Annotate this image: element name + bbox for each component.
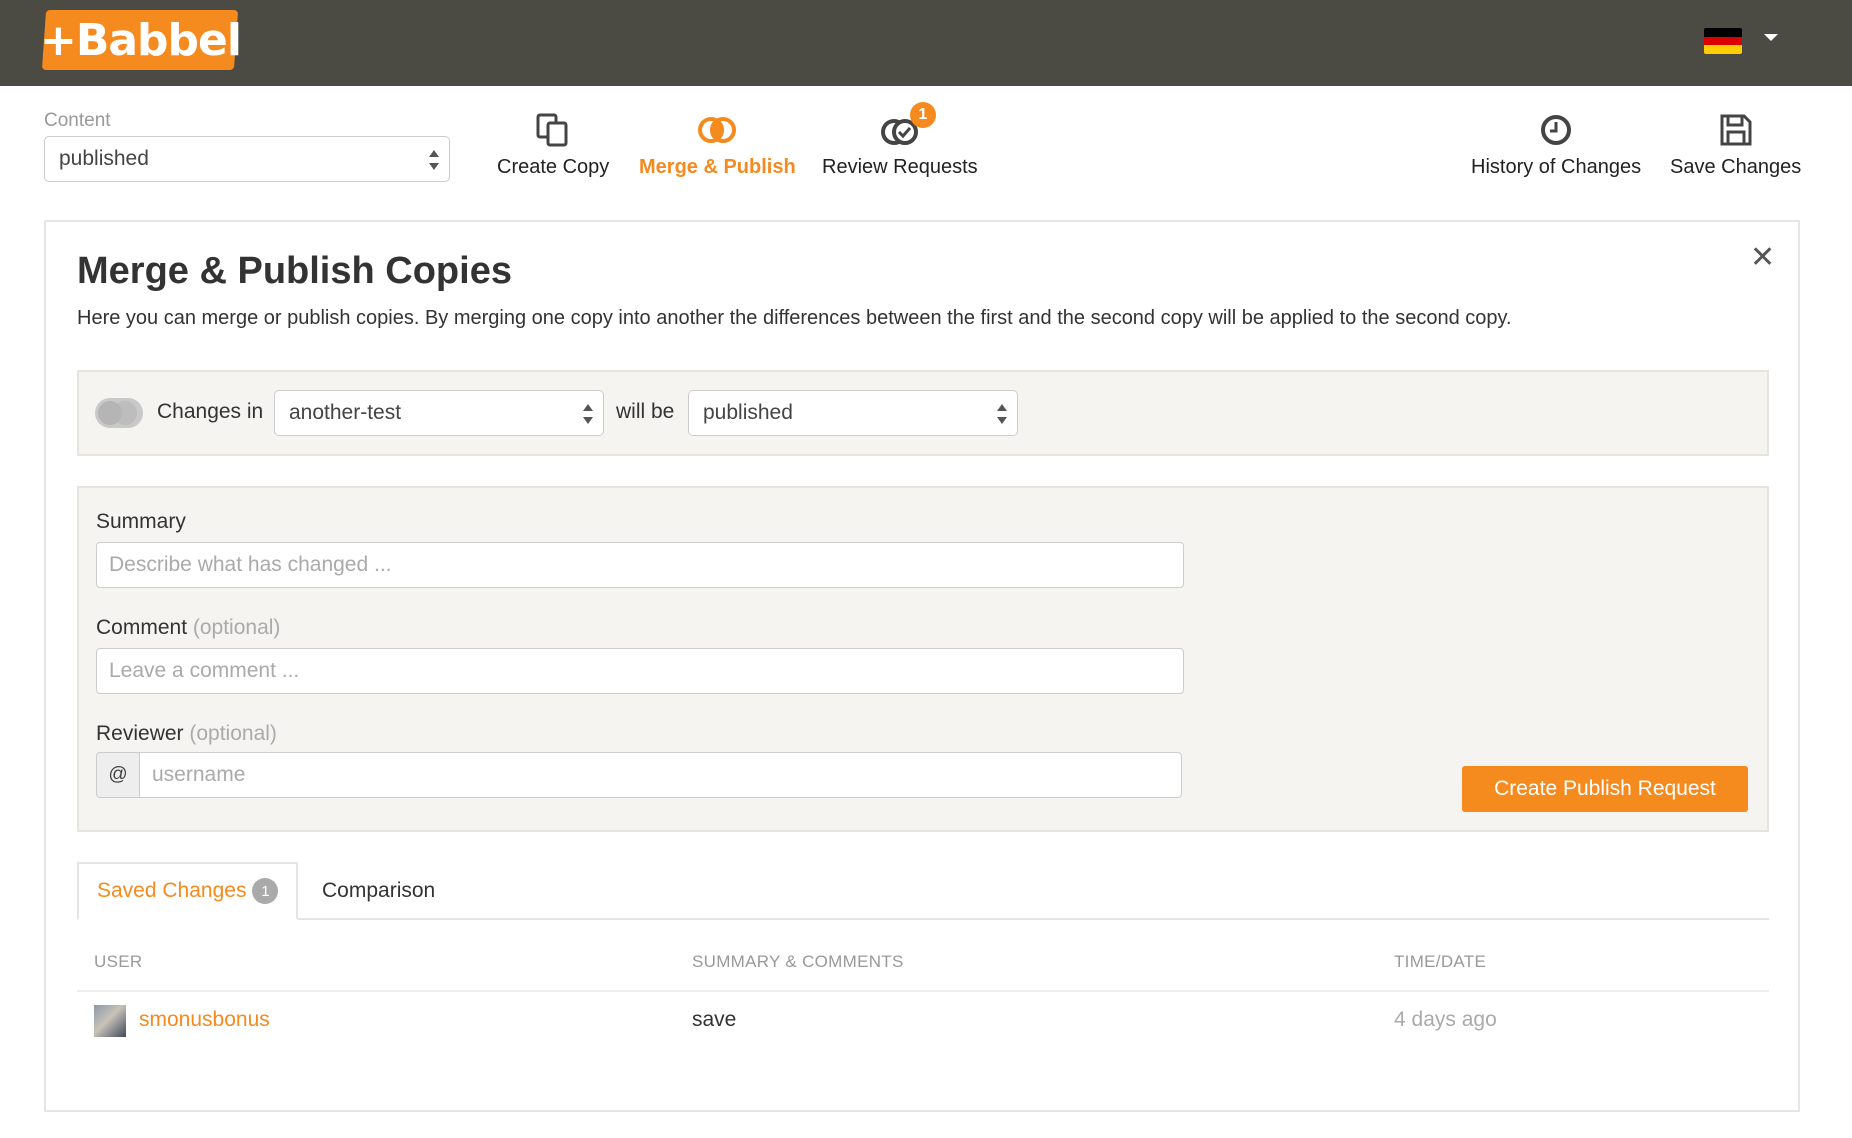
comment-label-text: Comment	[96, 616, 188, 639]
select-arrows-icon	[997, 404, 1007, 424]
table-header-time: TIME/DATE	[1394, 952, 1487, 971]
select-arrows-icon	[583, 404, 593, 424]
save-changes-label: Save Changes	[1670, 156, 1802, 178]
comment-optional-text: (optional)	[192, 616, 281, 639]
review-requests-badge: 1	[909, 102, 936, 128]
reviewer-input[interactable]	[139, 752, 1182, 798]
content-select[interactable]: published	[44, 136, 450, 182]
summary-label: Summary	[96, 510, 186, 533]
review-icon: 1	[880, 102, 936, 148]
content-select-value: published	[59, 147, 149, 170]
comment-input[interactable]	[96, 648, 1184, 694]
floppy-disk-icon	[1718, 112, 1754, 148]
source-copy-value: another-test	[289, 401, 402, 424]
close-icon[interactable]: ✕	[1750, 240, 1775, 275]
changes-in-label: Changes in	[157, 400, 264, 423]
summary-input[interactable]	[96, 542, 1184, 588]
comment-label: Comment (optional)	[96, 616, 280, 640]
logo-text: +Babbel	[39, 14, 241, 66]
reviewer-label: Reviewer (optional)	[96, 722, 277, 746]
time-cell: 4 days ago	[1394, 1008, 1497, 1031]
review-requests-label: Review Requests	[822, 156, 978, 178]
clock-icon	[1538, 112, 1574, 148]
chevron-down-icon[interactable]	[1764, 34, 1778, 41]
reviewer-optional-text: (optional)	[189, 722, 277, 745]
history-of-changes-button[interactable]: History of Changes	[1471, 112, 1641, 179]
merge-icon	[697, 112, 737, 148]
tab-comparison-label: Comparison	[322, 879, 436, 902]
saved-changes-count-badge: 1	[252, 878, 279, 904]
select-arrows-icon	[429, 150, 439, 170]
merge-publish-button[interactable]: Merge & Publish	[639, 112, 796, 179]
create-copy-button[interactable]: Create Copy	[497, 112, 609, 179]
review-requests-button[interactable]: 1 Review Requests	[822, 102, 978, 179]
merge-publish-label: Merge & Publish	[639, 156, 796, 178]
table-header-summary: SUMMARY & COMMENTS	[692, 952, 904, 971]
create-copy-label: Create Copy	[497, 156, 610, 178]
create-publish-request-button[interactable]: Create Publish Request	[1462, 766, 1748, 812]
copy-icon	[535, 112, 571, 148]
toggle-knob	[113, 401, 137, 425]
source-copy-select[interactable]: another-test	[274, 390, 604, 436]
merge-toggle[interactable]	[95, 398, 143, 428]
table-header-user: USER	[94, 952, 143, 971]
reviewer-label-text: Reviewer	[96, 722, 184, 745]
table-row-divider	[77, 990, 1769, 992]
reviewer-at-prefix: @	[96, 752, 140, 798]
avatar	[94, 1005, 126, 1037]
history-label: History of Changes	[1471, 156, 1642, 178]
will-be-label: will be	[616, 400, 675, 423]
babbel-logo[interactable]: +Babbel	[39, 10, 241, 70]
tab-saved-changes-label: Saved Changes	[97, 879, 247, 902]
tab-comparison[interactable]: Comparison	[304, 862, 453, 920]
panel-description: Here you can merge or publish copies. By…	[77, 307, 1512, 329]
save-changes-button[interactable]: Save Changes	[1670, 112, 1801, 179]
page-title: Merge & Publish Copies	[77, 250, 512, 292]
user-link[interactable]: smonusbonus	[139, 1008, 270, 1032]
target-copy-value: published	[703, 401, 793, 424]
target-copy-select[interactable]: published	[688, 390, 1018, 436]
content-label: Content	[44, 110, 111, 131]
top-bar: +Babbel	[0, 0, 1852, 86]
tab-saved-changes[interactable]: Saved Changes 1	[77, 862, 299, 920]
summary-cell: save	[692, 1008, 737, 1031]
germany-flag-icon[interactable]	[1704, 28, 1742, 54]
